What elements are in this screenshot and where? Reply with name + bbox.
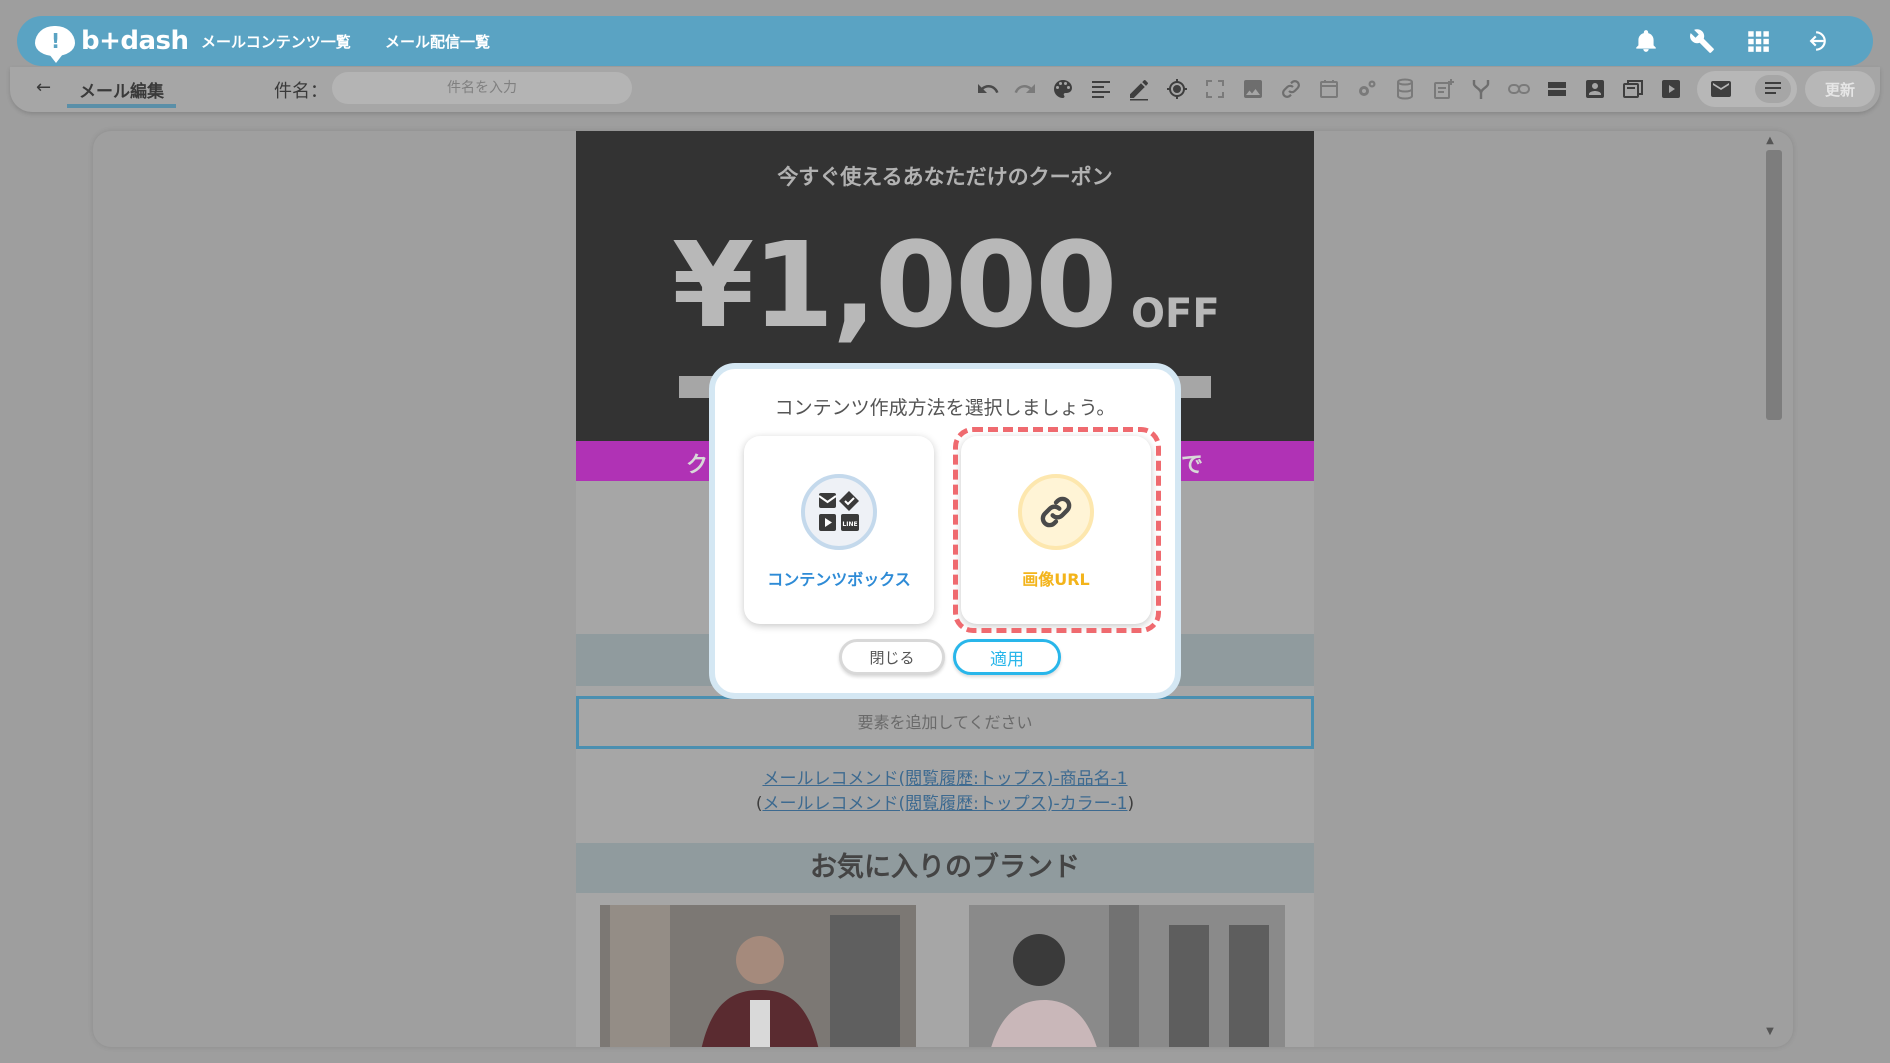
bell-icon[interactable] <box>1630 25 1662 57</box>
layout-rows-icon[interactable] <box>1543 75 1571 103</box>
contents-box-option[interactable]: LINE コンテンツボックス <box>744 436 934 624</box>
content-method-dialog: コンテンツ作成方法を選択しましょう。 LINE コンテンツボックス 画像URL <box>709 363 1181 699</box>
chain-link-icon[interactable] <box>1505 75 1533 103</box>
logo-bubble-icon: ! <box>35 26 75 63</box>
fullscreen-icon[interactable] <box>1201 75 1229 103</box>
recommend-product-name-link[interactable]: メールレコメンド(閲覧履歴:トップス)-商品名-1 <box>762 769 1127 789</box>
top-navigation-bar: ! b+dash メールコンテンツ一覧 メール配信一覧 <box>17 16 1873 66</box>
selection-highlight-dashed <box>953 427 1161 633</box>
undo-icon[interactable] <box>974 75 1002 103</box>
database-icon[interactable] <box>1391 75 1419 103</box>
scroll-down-arrow-icon[interactable]: ▼ <box>1764 1026 1776 1038</box>
logo-text: b+dash <box>81 26 189 56</box>
favorite-brand-header[interactable]: お気に入りのブランド <box>576 843 1314 893</box>
coupon-off-text: OFF <box>1131 291 1220 337</box>
update-button[interactable]: 更新 <box>1805 71 1875 107</box>
close-button[interactable]: 閉じる <box>839 639 945 675</box>
apply-button[interactable]: 適用 <box>953 639 1061 675</box>
dialog-title: コンテンツ作成方法を選択しましょう。 <box>774 397 1116 419</box>
palette-icon[interactable] <box>1049 75 1077 103</box>
link-icon[interactable] <box>1277 75 1305 103</box>
subject-label: 件名： <box>274 81 328 102</box>
text-view-icon[interactable] <box>1755 75 1791 103</box>
page-title: メール編集 <box>67 77 176 108</box>
add-element-dropzone[interactable]: 要素を追加してください <box>576 696 1314 749</box>
calendar-icon[interactable] <box>1315 75 1343 103</box>
scrollbar-thumb[interactable] <box>1766 150 1782 420</box>
paren-close: ) <box>1127 794 1135 814</box>
man-beanie-photo-icon <box>969 905 1285 1047</box>
banner-text-right: で <box>1181 453 1204 478</box>
contents-box-label: コンテンツボックス <box>767 570 911 589</box>
coupon-title: 今すぐ使えるあなただけのクーポン <box>777 165 1113 189</box>
brand-photo-1[interactable] <box>600 905 916 1047</box>
coupon-amount: ¥1,000 <box>672 216 1117 354</box>
text-align-icon[interactable] <box>1087 75 1115 103</box>
contact-card-icon[interactable] <box>1581 75 1609 103</box>
logout-icon[interactable] <box>1799 25 1831 57</box>
apps-grid-icon[interactable] <box>1742 25 1774 57</box>
cards-stack-icon[interactable] <box>1619 75 1647 103</box>
man-jacket-photo-icon <box>600 905 916 1047</box>
wrench-icon[interactable] <box>1686 25 1718 57</box>
add-note-icon[interactable] <box>1429 75 1457 103</box>
image-icon[interactable] <box>1239 75 1267 103</box>
view-toggle-group <box>1697 71 1797 107</box>
back-arrow-icon[interactable]: ← <box>36 77 51 98</box>
fork-icon[interactable] <box>1467 75 1495 103</box>
app-logo[interactable]: ! b+dash <box>35 24 189 63</box>
gears-icon[interactable] <box>1353 75 1381 103</box>
svg-text:LINE: LINE <box>842 521 857 528</box>
mail-view-icon[interactable] <box>1707 75 1735 103</box>
nav-link-mail-contents[interactable]: メールコンテンツ一覧 <box>201 31 351 52</box>
redo-icon[interactable] <box>1011 75 1039 103</box>
editor-toolbar: ← メール編集 件名： 更新 <box>10 67 1880 112</box>
recommend-color-line: (メールレコメンド(閲覧履歴:トップス)-カラー-1) <box>576 789 1314 814</box>
banner-text-left: ク <box>686 453 709 478</box>
scroll-up-arrow-icon[interactable]: ▲ <box>1764 135 1776 147</box>
brand-photo-2[interactable] <box>969 905 1285 1047</box>
recommend-color-link[interactable]: メールレコメンド(閲覧履歴:トップス)-カラー-1 <box>762 794 1127 814</box>
target-icon[interactable] <box>1163 75 1191 103</box>
contents-box-icon: LINE <box>801 474 877 550</box>
recommend-product-line: メールレコメンド(閲覧履歴:トップス)-商品名-1 <box>576 764 1314 789</box>
video-play-icon[interactable] <box>1657 75 1685 103</box>
nav-link-mail-delivery[interactable]: メール配信一覧 <box>385 31 490 52</box>
subject-input[interactable] <box>332 72 632 104</box>
pen-icon[interactable] <box>1125 75 1153 103</box>
